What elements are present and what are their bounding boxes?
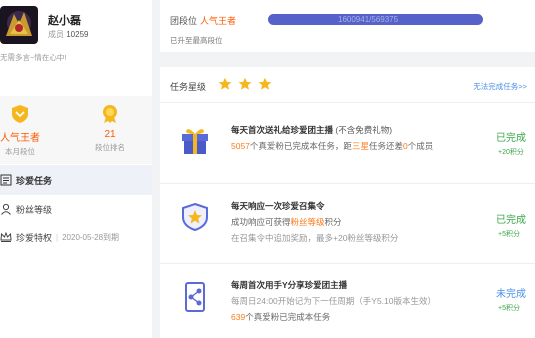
line-text: 个成员 <box>407 141 434 151</box>
line-text: 积分 <box>324 217 342 227</box>
line-text: 任务还差 <box>368 141 403 151</box>
person-icon <box>1 203 11 215</box>
medal-icon <box>103 105 117 123</box>
main-content: 团段位 人气王者 1600941/569375 已升至最高段位 任务星级 无法完成… <box>152 0 535 338</box>
task-status: 未完成 <box>496 289 526 300</box>
task-title: 每天首次送礼给珍爱团主播 (不含免费礼物) <box>231 124 392 136</box>
star-tier: 三星 <box>351 141 369 151</box>
sidebar-item-fan-level[interactable]: 粉丝等级 <box>0 194 152 224</box>
view-done-link[interactable]: 无法完成任务>> <box>473 81 527 92</box>
menu-separator: | <box>56 232 59 242</box>
task-title: 每周首次用手Y分享珍爱团主播 <box>231 280 348 290</box>
rank-progress-text: 1600941/569375 <box>338 15 399 24</box>
user-id-value: 10259 <box>66 30 89 39</box>
star-rating <box>218 77 272 91</box>
stat-value: 21 <box>104 129 116 140</box>
task-note-line: 在召集令中追加奖励，最多+20粉丝等级积分 <box>231 232 398 244</box>
task-progress-line: 639个真爱粉已完成本任务 <box>231 311 330 323</box>
rank-label-text: 团段位 <box>170 16 198 26</box>
task-item-gift: 每天首次送礼给珍爱团主播 (不含免费礼物) 5057个真爱粉已完成本任务，距三星… <box>160 104 535 184</box>
rank-progress-bar: 1600941/569375 <box>268 14 483 25</box>
stats-panel: 人气王者 本月段位 21 段位排名 <box>0 96 152 164</box>
line-text: 个真爱粉已完成本任务，距 <box>249 141 352 151</box>
crown-icon <box>0 231 12 242</box>
task-title-text: 每天首次送礼给珍爱团主播 <box>231 125 334 135</box>
completed-count: 5057 <box>231 141 250 151</box>
stat-rank-position: 21 段位排名 <box>80 104 140 153</box>
tasks-card: 任务星级 无法完成任务>> 每天首次送礼给珍爱团主播 (不含免费礼物) 5057… <box>160 67 535 338</box>
share-phone-icon <box>185 282 205 312</box>
task-title: 每天响应一次珍爱召集令 <box>231 201 325 211</box>
user-id-label: 成员 <box>48 30 64 39</box>
star-icon <box>238 77 252 90</box>
completed-count: 639 <box>231 312 246 322</box>
task-status: 已完成 <box>496 133 526 144</box>
sidebar: 赵小磊 成员 10259 无需多言~情在心中! 人气王者 本月段位 21 段位排… <box>0 0 152 338</box>
line-text: 成功响应可获得 <box>231 217 291 227</box>
rank-level: 人气王者 <box>200 16 237 26</box>
star-icon <box>218 77 232 90</box>
user-signature: 无需多言~情在心中! <box>0 53 67 62</box>
star-shield-icon <box>182 202 208 232</box>
rank-note: 已升至最高段位 <box>170 36 223 45</box>
sidebar-item-label: 珍爱任务 <box>16 175 53 186</box>
stat-label: 本月段位 <box>5 147 35 156</box>
task-list-icon <box>0 174 12 186</box>
task-points: +20积分 <box>498 149 524 156</box>
stat-monthly-rank: 人气王者 本月段位 <box>0 104 50 157</box>
task-item-summon: 每天响应一次珍爱召集令 成功响应可获得粉丝等级积分 在召集令中追加奖励，最多+2… <box>160 184 535 264</box>
line-text: 个真爱粉已完成本任务 <box>245 312 331 322</box>
line-text: 每周日24:00开始记为下一任周期（手Y5.10版本生效） <box>231 296 436 306</box>
task-status: 已完成 <box>496 215 526 226</box>
task-title-note: (不含免费礼物) <box>335 125 393 135</box>
page-root: 赵小磊 成员 10259 无需多言~情在心中! 人气王者 本月段位 21 段位排… <box>0 0 535 338</box>
tasks-title: 任务星级 <box>170 82 207 92</box>
task-progress-line: 5057个真爱粉已完成本任务，距三星任务还差0个成员 <box>231 140 433 152</box>
star-icon <box>258 77 272 90</box>
sidebar-item-tasks[interactable]: 珍爱任务 <box>0 165 152 195</box>
task-item-share: 每周首次用手Y分享珍爱团主播 每周日24:00开始记为下一任周期（手Y5.10版… <box>160 264 535 338</box>
fan-level-link[interactable]: 粉丝等级 <box>291 217 325 227</box>
tasks-header: 任务星级 无法完成任务>> <box>160 67 535 103</box>
avatar[interactable] <box>0 6 38 44</box>
gift-icon <box>182 129 208 154</box>
stat-label: 段位排名 <box>95 143 125 152</box>
sidebar-item-privilege[interactable]: 珍爱特权 | 2020-05-28到期 <box>0 222 152 252</box>
sidebar-item-label: 粉丝等级 <box>16 204 53 215</box>
stat-value: 人气王者 <box>0 133 40 144</box>
rank-label: 团段位 人气王者 <box>170 14 236 27</box>
task-points: +5积分 <box>498 231 520 238</box>
sidebar-item-label: 珍爱特权 <box>16 232 53 243</box>
user-id: 成员 10259 <box>48 29 88 40</box>
line-text: 在召集令中追加奖励，最多+20粉丝等级积分 <box>231 233 399 243</box>
rank-card: 团段位 人气王者 1600941/569375 已升至最高段位 <box>160 0 535 52</box>
task-points: +5积分 <box>498 305 520 312</box>
task-period-line: 每周日24:00开始记为下一任周期（手Y5.10版本生效） <box>231 295 436 307</box>
task-reward-line: 成功响应可获得粉丝等级积分 <box>231 216 342 228</box>
shield-badge-icon <box>12 105 28 123</box>
privilege-expiry-date: 2020-05-28到期 <box>62 232 120 242</box>
user-name: 赵小磊 <box>48 15 81 27</box>
